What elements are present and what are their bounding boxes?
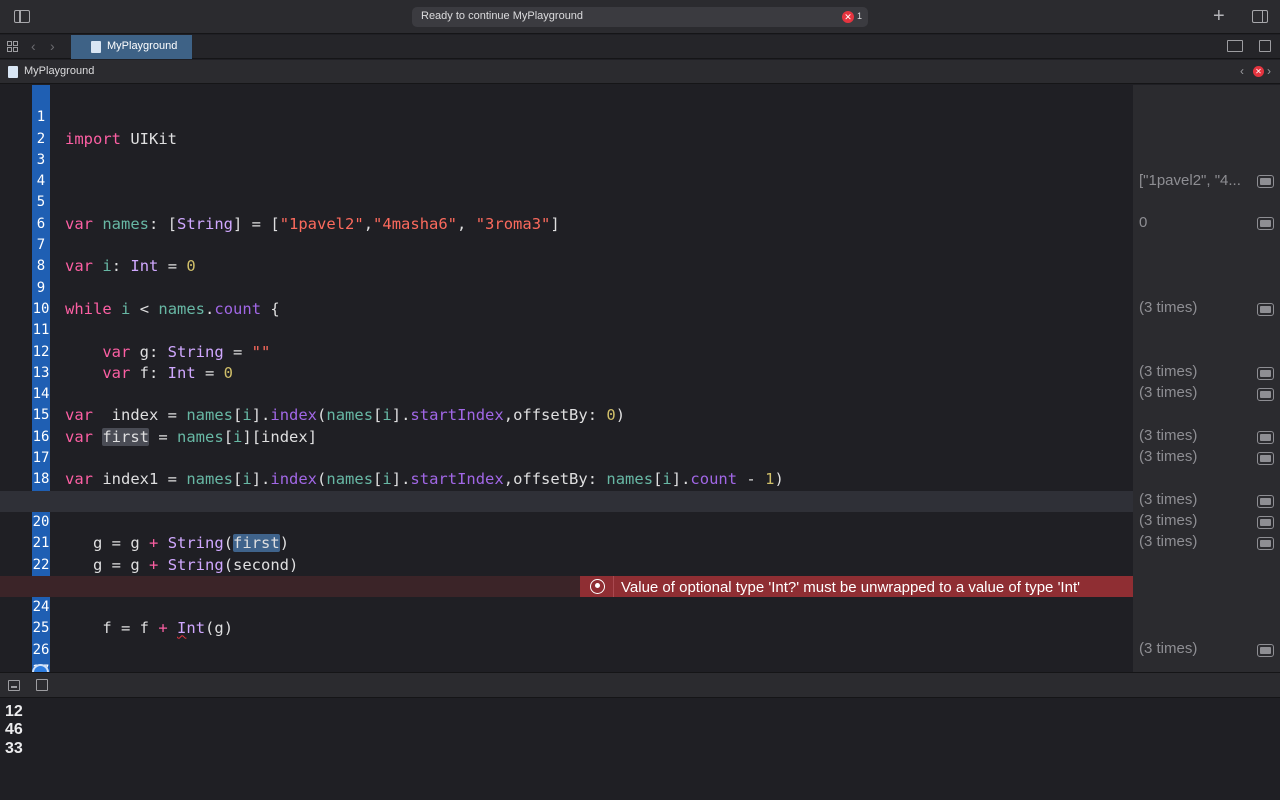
code-line[interactable]: 23 bbox=[0, 555, 1133, 594]
playground-file-icon bbox=[91, 41, 101, 53]
result-value[interactable]: (3 times) bbox=[1139, 448, 1197, 465]
status-text: Ready to continue MyPlayground bbox=[421, 10, 584, 22]
error-message: Value of optional type 'Int?' must be un… bbox=[621, 578, 1080, 596]
inspector-toggle-icon[interactable] bbox=[1252, 10, 1268, 23]
code-line[interactable]: 12 var f: Int = 0 bbox=[0, 320, 1133, 382]
previous-issue-chevron-icon[interactable]: ‹ bbox=[1240, 64, 1244, 78]
code-line[interactable]: 27 i = i + 1 bbox=[0, 640, 1133, 672]
editor-options-icon[interactable] bbox=[1227, 40, 1243, 52]
result-value[interactable]: (3 times) bbox=[1139, 427, 1197, 444]
tab-label: MyPlayground bbox=[107, 40, 178, 52]
code-line[interactable]: 2 bbox=[0, 107, 1133, 147]
quick-look-icon[interactable] bbox=[1257, 516, 1274, 529]
result-value[interactable]: (3 times) bbox=[1139, 491, 1197, 508]
code-line[interactable]: 25 bbox=[0, 597, 1133, 636]
code-line[interactable]: 22 print(g) bbox=[0, 533, 1133, 595]
console-toggle-icon[interactable] bbox=[36, 679, 48, 691]
result-value[interactable]: (3 times) bbox=[1139, 533, 1197, 550]
tab-myplayground[interactable]: MyPlayground bbox=[71, 35, 192, 59]
code-line[interactable]: 6 bbox=[0, 193, 1133, 232]
error-circle-icon[interactable] bbox=[590, 578, 605, 594]
result-value[interactable]: (3 times) bbox=[1139, 363, 1197, 380]
result-value[interactable]: 0 bbox=[1139, 214, 1147, 231]
code-line[interactable]: 7 var i: Int = 0 bbox=[0, 214, 1133, 275]
forward-chevron-icon[interactable]: › bbox=[50, 38, 55, 54]
quick-look-icon[interactable] bbox=[1257, 388, 1274, 401]
window-toolbar: Ready to continue MyPlayground ✕ 1 + bbox=[0, 0, 1280, 34]
console-line: 46 bbox=[5, 721, 23, 738]
code-line[interactable]: 21 g = g + String(second) bbox=[0, 512, 1133, 573]
console-line: 12 bbox=[5, 703, 23, 720]
code-line[interactable]: 18 var second = names[i][index1] bbox=[0, 448, 1133, 509]
code-line[interactable]: 9 while i < names.count { bbox=[0, 256, 1133, 318]
code-line[interactable]: 1 import UIKit bbox=[0, 86, 1133, 147]
result-value[interactable]: (3 times) bbox=[1139, 640, 1197, 657]
issue-error-icon[interactable]: ✕ bbox=[1253, 66, 1264, 77]
playground-file-icon bbox=[8, 66, 18, 78]
result-value[interactable]: (3 times) bbox=[1139, 384, 1197, 401]
result-value[interactable]: (3 times) bbox=[1139, 512, 1197, 529]
quick-look-icon[interactable] bbox=[1257, 175, 1274, 188]
quick-look-icon[interactable] bbox=[1257, 644, 1274, 657]
inline-error-banner[interactable]: Value of optional type 'Int?' must be un… bbox=[580, 575, 1133, 598]
code-line[interactable]: 5 var names: [String] = ["1pavel2","4mas… bbox=[0, 171, 1133, 232]
quick-look-icon[interactable] bbox=[1257, 431, 1274, 444]
error-count: 1 bbox=[857, 11, 863, 21]
result-value[interactable]: (3 times) bbox=[1139, 299, 1197, 316]
console-output[interactable]: 12 46 33 bbox=[0, 699, 1280, 800]
code-line[interactable]: 19 bbox=[0, 469, 1133, 509]
code-line[interactable]: 13 bbox=[0, 342, 1133, 381]
jump-bar-file[interactable]: MyPlayground bbox=[24, 65, 94, 77]
divider bbox=[613, 575, 614, 598]
hide-debug-area-icon[interactable] bbox=[8, 680, 20, 691]
code-line[interactable]: 3 bbox=[0, 129, 1133, 168]
source-editor[interactable]: 1 import UIKit 2 3 4 5 var names: [Strin… bbox=[0, 85, 1133, 672]
quick-look-icon[interactable] bbox=[1257, 367, 1274, 380]
code-line[interactable]: 8 bbox=[0, 235, 1133, 274]
tab-bar: ‹ › MyPlayground bbox=[0, 35, 1280, 59]
activity-status-bar[interactable]: Ready to continue MyPlayground ✕ 1 bbox=[412, 7, 868, 27]
code-line[interactable]: 16 bbox=[0, 406, 1133, 445]
console-line: 33 bbox=[5, 740, 23, 757]
related-items-grid-icon[interactable] bbox=[7, 41, 18, 52]
quick-look-icon[interactable] bbox=[1257, 537, 1274, 550]
jump-bar: MyPlayground ‹ ✕ › bbox=[0, 60, 1280, 84]
result-value[interactable]: ["1pavel2", "4... bbox=[1139, 172, 1241, 189]
code-line[interactable]: 14 var index = names[i].index(names[i].s… bbox=[0, 363, 1133, 424]
quick-look-icon[interactable] bbox=[1257, 303, 1274, 316]
code-line[interactable]: 17 var index1 = names[i].index(names[i].… bbox=[0, 427, 1133, 488]
back-chevron-icon[interactable]: ‹ bbox=[31, 38, 36, 54]
code-line[interactable]: 11 var g: String = "" bbox=[0, 299, 1133, 360]
code-line[interactable]: 10 bbox=[0, 278, 1133, 317]
code-line[interactable]: 26 bbox=[0, 619, 1133, 658]
navigator-toggle-icon[interactable] bbox=[14, 10, 30, 23]
add-button[interactable]: + bbox=[1213, 5, 1225, 27]
code-line-current[interactable]: 20 g = g + String(first) bbox=[0, 490, 1133, 553]
code-line-error[interactable]: 24 f = f + Int(g) Value of optional type… bbox=[0, 575, 1133, 637]
quick-look-icon[interactable] bbox=[1257, 217, 1274, 230]
quick-look-icon[interactable] bbox=[1257, 452, 1274, 465]
next-issue-chevron-icon[interactable]: › bbox=[1267, 64, 1271, 78]
code-line[interactable]: 4 bbox=[0, 150, 1133, 189]
debug-bar bbox=[0, 672, 1280, 698]
quick-look-icon[interactable] bbox=[1257, 495, 1274, 508]
code-line[interactable]: 15 var first = names[i][index] bbox=[0, 384, 1133, 446]
error-icon[interactable]: ✕ bbox=[842, 11, 854, 23]
split-editor-icon[interactable] bbox=[1259, 40, 1271, 52]
code-line[interactable]: } bbox=[0, 661, 1133, 672]
results-sidebar: ["1pavel2", "4... 0 (3 times) (3 times) … bbox=[1133, 85, 1280, 672]
